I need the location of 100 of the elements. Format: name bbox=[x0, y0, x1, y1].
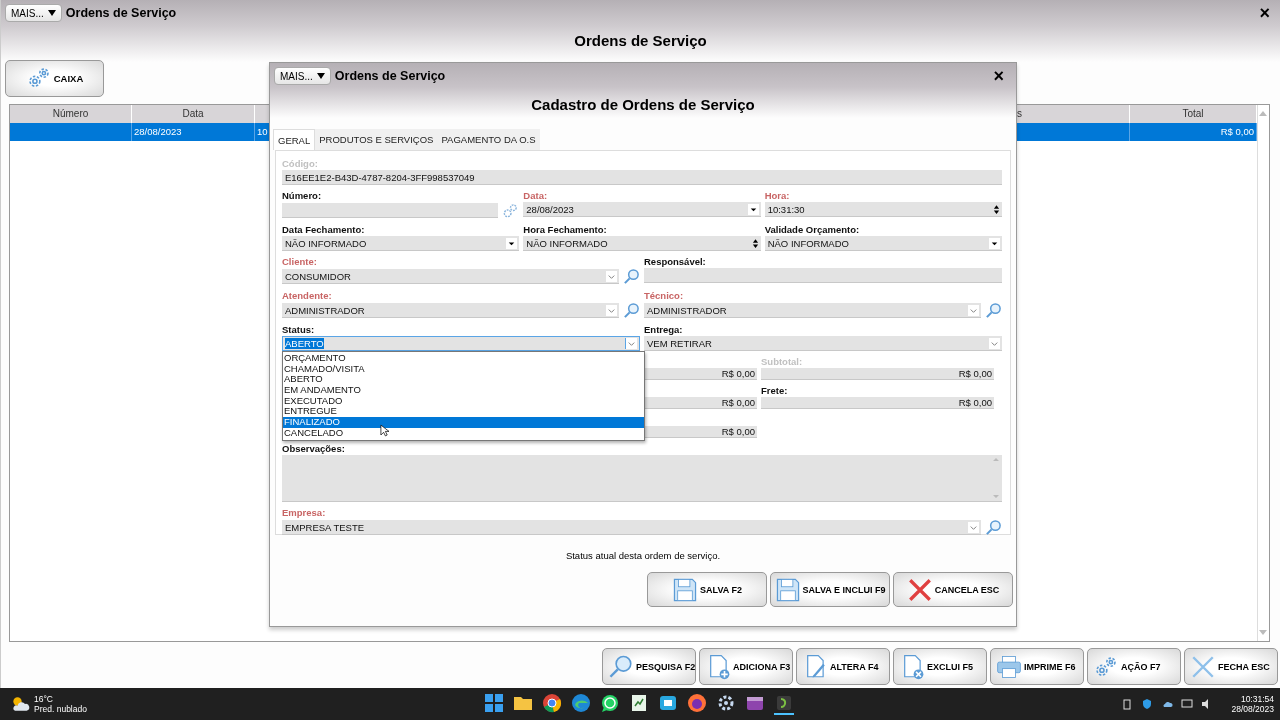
weather-text: Pred. nublado bbox=[34, 704, 87, 714]
more-menu-button[interactable]: MAIS... bbox=[5, 4, 62, 22]
field-label: Status: bbox=[282, 323, 316, 336]
chevron-icon bbox=[989, 337, 1000, 349]
more-menu-button[interactable]: MAIS... bbox=[274, 67, 331, 85]
window-title: Ordens de Serviço bbox=[65, 6, 177, 20]
cash-button[interactable]: CAIXA bbox=[5, 59, 104, 97]
tab[interactable]: PAGAMENTO DA O.S bbox=[437, 129, 540, 150]
dropdown-field[interactable]: EMPRESA TESTE bbox=[282, 520, 981, 535]
dropdown-field[interactable]: ABERTO bbox=[282, 336, 640, 351]
cloud-sun-icon bbox=[10, 694, 30, 714]
spinner-icon bbox=[751, 237, 759, 249]
cursor-icon bbox=[380, 424, 389, 437]
field-label: Entrega: bbox=[644, 323, 684, 336]
scrollbar[interactable] bbox=[992, 456, 1000, 500]
time-field[interactable]: NÃO INFORMADO bbox=[523, 236, 761, 251]
dropdown-field[interactable]: VEM RETIRAR bbox=[644, 336, 1002, 351]
toolbar-button[interactable]: PESQUISA F2 bbox=[602, 648, 696, 685]
search-icon bbox=[608, 653, 634, 680]
browser-icon[interactable] bbox=[687, 693, 707, 713]
dropdown-option[interactable]: EM ANDAMENTO bbox=[283, 385, 644, 396]
clock-time[interactable]: 10:31:54 bbox=[1240, 694, 1274, 704]
app-icon[interactable] bbox=[658, 693, 678, 713]
dialog-title: Ordens de Serviço bbox=[334, 69, 446, 83]
field-label: Atendente: bbox=[282, 289, 333, 302]
amount-field[interactable]: R$ 0,00 bbox=[761, 397, 994, 409]
gear-icon[interactable] bbox=[716, 693, 736, 713]
field-label: Subtotal: bbox=[761, 355, 804, 368]
toolbar-button[interactable]: ALTERA F4 bbox=[796, 648, 890, 685]
search-icon[interactable] bbox=[985, 302, 1002, 319]
field-label: Hora Fechamento: bbox=[523, 223, 608, 236]
chevron-icon bbox=[968, 521, 979, 533]
chevron-icon bbox=[606, 304, 617, 316]
page-heading: Ordens de Serviço bbox=[573, 31, 708, 51]
search-icon[interactable] bbox=[985, 519, 1002, 536]
dropdown-option[interactable]: EXECUTADO bbox=[283, 395, 644, 407]
dialog-button[interactable]: SALVA E INCLUI F9 bbox=[770, 572, 890, 607]
spinner-icon bbox=[993, 203, 1000, 215]
time-field[interactable]: 10:31:30 bbox=[764, 202, 1002, 217]
table-cell: 28/08/2023 bbox=[134, 126, 182, 137]
chevron-icon bbox=[968, 304, 979, 316]
dropdown-option[interactable]: ENTREGUE bbox=[283, 406, 644, 418]
field-label: Data: bbox=[523, 189, 549, 202]
caret-icon bbox=[316, 73, 325, 79]
dialog-heading: Cadastro de Ordens de Serviço bbox=[530, 95, 756, 115]
chevron-icon bbox=[606, 270, 617, 282]
dropdown-option[interactable]: CANCELADO bbox=[283, 427, 644, 439]
field-label: Cliente: bbox=[282, 255, 318, 268]
tab[interactable]: GERAL bbox=[273, 129, 316, 150]
browser-icon[interactable] bbox=[542, 693, 562, 713]
dropdown-option[interactable]: ORÇAMENTO bbox=[283, 353, 644, 364]
dropdown-option[interactable]: CHAMADO/VISITA bbox=[283, 363, 644, 375]
dropdown-field[interactable]: ADMINISTRADOR bbox=[282, 303, 619, 318]
cancel-icon bbox=[906, 576, 933, 603]
field-label: Empresa: bbox=[282, 506, 327, 519]
field-label: Código: bbox=[282, 157, 319, 170]
field-label: Validade Orçamento: bbox=[764, 223, 861, 236]
field-label: Frete: bbox=[761, 384, 789, 397]
date-field[interactable]: 28/08/2023 bbox=[523, 202, 761, 217]
browser-icon[interactable] bbox=[571, 693, 591, 713]
date-field[interactable]: NÃO INFORMADO bbox=[764, 236, 1002, 251]
text-field[interactable] bbox=[644, 268, 1002, 283]
dropdown-option[interactable]: FINALIZADO bbox=[283, 417, 644, 428]
status-hint: Status atual desta ordem de serviço. bbox=[564, 549, 722, 562]
shield-icon[interactable] bbox=[1141, 698, 1154, 710]
field-label: Técnico: bbox=[644, 289, 685, 302]
table-cell: 10 bbox=[257, 126, 268, 137]
dropdown-field[interactable]: CONSUMIDOR bbox=[282, 269, 619, 284]
app-icon[interactable] bbox=[774, 693, 794, 715]
toolbar-button[interactable]: AÇÃO F7 bbox=[1087, 648, 1181, 685]
field-label: Responsável: bbox=[644, 255, 707, 268]
printer-icon bbox=[996, 653, 1022, 680]
text-field[interactable] bbox=[282, 203, 499, 218]
search-icon[interactable] bbox=[623, 302, 640, 319]
caret-icon bbox=[506, 237, 518, 249]
toolbar-button[interactable]: FECHA ESC bbox=[1184, 648, 1278, 685]
dropdown-option[interactable]: ABERTO bbox=[283, 374, 644, 386]
close-button[interactable]: × bbox=[989, 67, 1008, 85]
field-label: Hora: bbox=[764, 189, 791, 202]
usb-icon[interactable] bbox=[1121, 698, 1134, 710]
field-label: Número: bbox=[282, 189, 323, 202]
tab[interactable]: PRODUTOS E SERVIÇOS bbox=[315, 129, 438, 150]
search-icon[interactable] bbox=[623, 268, 640, 285]
network-icon[interactable] bbox=[1181, 698, 1194, 710]
clock-date[interactable]: 28/08/2023 bbox=[1231, 704, 1274, 714]
toolbar-button[interactable]: ADICIONA F3 bbox=[699, 648, 793, 685]
date-field[interactable]: NÃO INFORMADO bbox=[282, 236, 520, 251]
start-icon[interactable] bbox=[484, 693, 504, 713]
field-label: Data Fechamento: bbox=[282, 223, 366, 236]
close-button[interactable]: × bbox=[1255, 4, 1274, 22]
toolbar-button[interactable]: IMPRIME F6 bbox=[990, 648, 1084, 685]
dialog-button[interactable]: CANCELA ESC bbox=[893, 572, 1013, 607]
dropdown-field[interactable]: ADMINISTRADOR bbox=[644, 303, 981, 318]
chevron-icon bbox=[625, 338, 637, 349]
dialog-button[interactable]: SALVA F2 bbox=[647, 572, 767, 607]
toolbar-button[interactable]: EXCLUI F5 bbox=[893, 648, 987, 685]
spreadsheet-icon[interactable] bbox=[629, 693, 649, 713]
chat-icon[interactable] bbox=[600, 693, 620, 713]
caret-icon bbox=[47, 10, 56, 16]
temperature: 16°C bbox=[34, 694, 54, 704]
